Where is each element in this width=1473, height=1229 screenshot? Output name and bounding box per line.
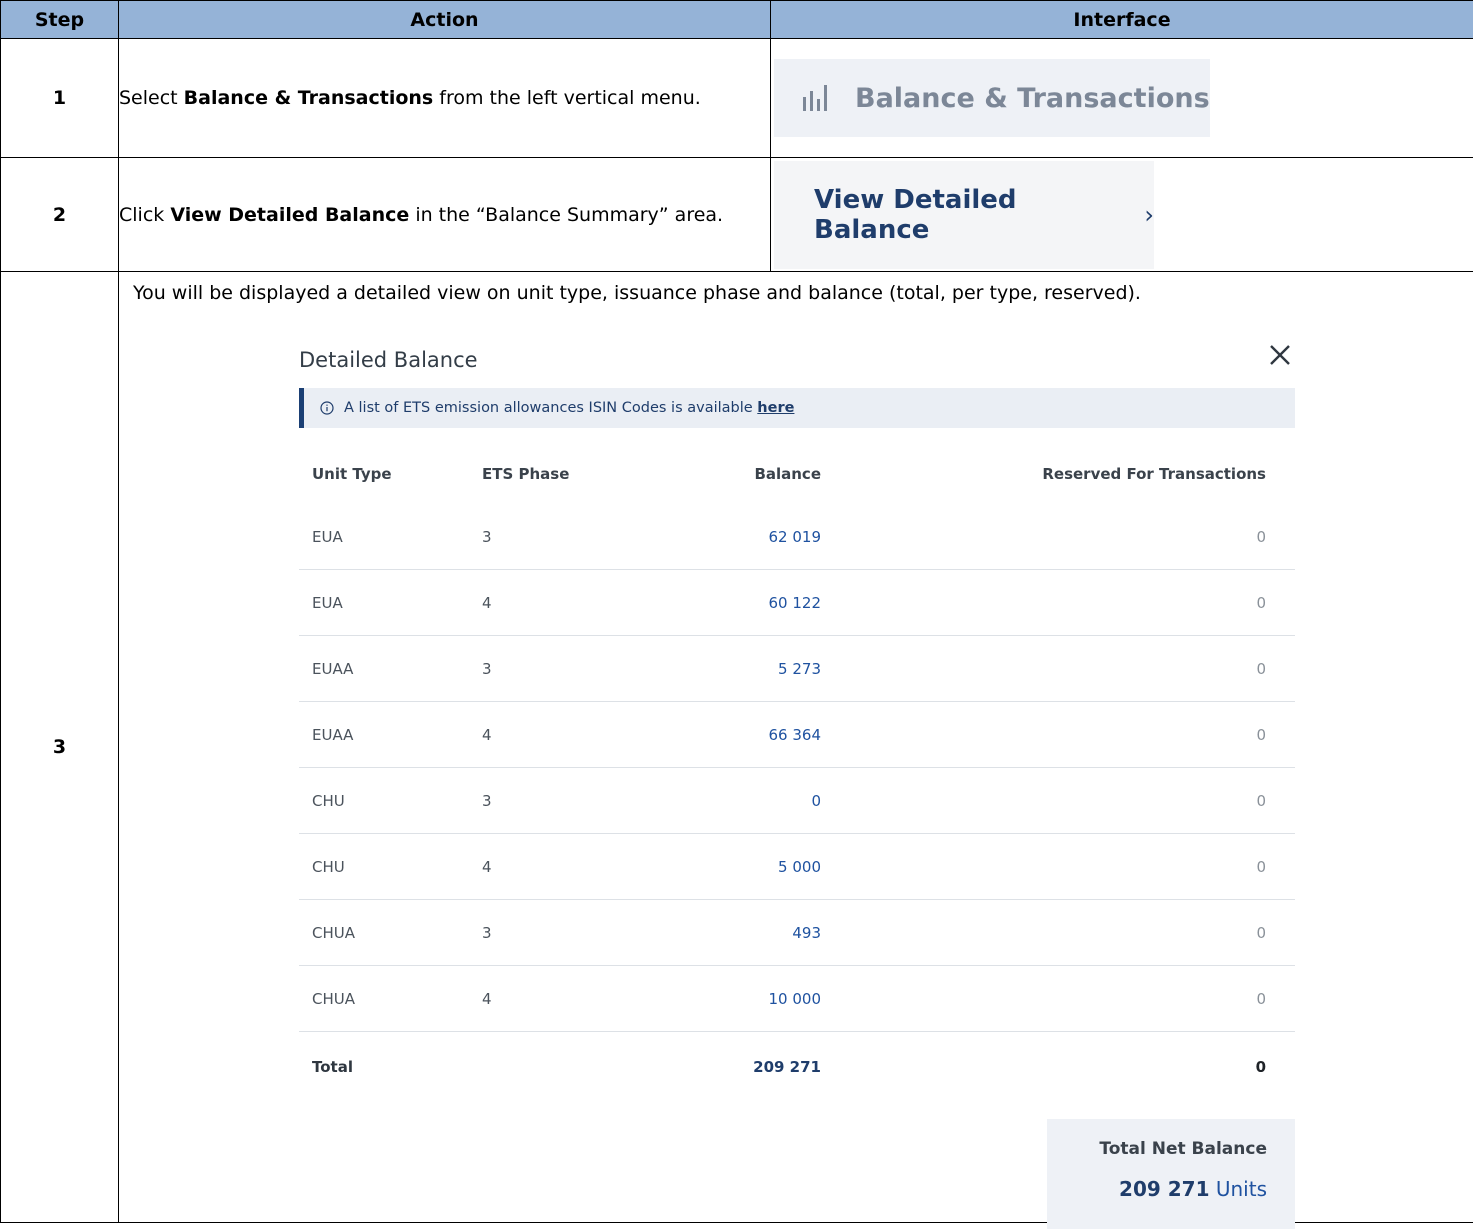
net-balance-value: 209 271 Units [1119, 1177, 1267, 1201]
balance-cell: 0 [811, 792, 821, 810]
action-text: in the “Balance Summary” area. [409, 204, 723, 226]
ets-phase-cell: 3 [482, 924, 492, 942]
table-row: EUAA 3 5 273 0 [299, 636, 1295, 702]
action-text: Select [119, 87, 184, 109]
step-number: 2 [1, 158, 119, 272]
unit-type-cell: EUA [312, 528, 343, 546]
action-bold-text: Balance & Transactions [184, 87, 434, 109]
step-interface: View Detailed Balance › [771, 158, 1473, 272]
step-action: Click View Detailed Balance in the “Bala… [119, 158, 771, 272]
balance-cell: 60 122 [769, 594, 822, 612]
balance-cell: 66 364 [769, 726, 822, 744]
bar-chart-icon [803, 85, 827, 111]
panel-title: Detailed Balance [299, 348, 478, 372]
column-header: Reserved For Transactions [1042, 465, 1266, 483]
step-detail: You will be displayed a detailed view on… [119, 272, 1473, 1223]
header-action: Action [119, 1, 771, 39]
header-step: Step [1, 1, 119, 39]
ets-phase-cell: 3 [482, 792, 492, 810]
step-intro-text: You will be displayed a detailed view on… [133, 282, 1141, 304]
total-balance: 209 271 [753, 1058, 821, 1076]
table-row: 3 You will be displayed a detailed view … [1, 272, 1473, 1223]
total-reserved: 0 [1256, 1058, 1266, 1076]
table-row: EUA 4 60 122 0 [299, 570, 1295, 636]
unit-type-cell: CHU [312, 792, 345, 810]
column-header: ETS Phase [482, 465, 569, 483]
reserved-cell: 0 [1256, 990, 1266, 1008]
step-interface: Balance & Transactions [771, 39, 1473, 158]
unit-type-cell: CHU [312, 858, 345, 876]
reserved-cell: 0 [1256, 792, 1266, 810]
ets-phase-cell: 3 [482, 660, 492, 678]
balance-cell: 5 273 [778, 660, 821, 678]
reserved-cell: 0 [1256, 528, 1266, 546]
chevron-right-icon: › [1144, 201, 1154, 229]
info-message: A list of ETS emission allowances ISIN C… [344, 400, 757, 416]
step-number: 1 [1, 39, 119, 158]
action-text: Click [119, 204, 170, 226]
net-balance-label: Total Net Balance [1099, 1139, 1267, 1159]
table-row: CHU 4 5 000 0 [299, 834, 1295, 900]
reserved-cell: 0 [1256, 594, 1266, 612]
unit-type-cell: EUAA [312, 726, 353, 744]
isin-codes-link[interactable]: here [757, 400, 794, 416]
balance-cell: 62 019 [769, 528, 822, 546]
info-banner: A list of ETS emission allowances ISIN C… [299, 388, 1295, 428]
balance-table-header: Unit Type ETS Phase Balance Reserved For… [299, 444, 1295, 504]
table-row: CHUA 3 493 0 [299, 900, 1295, 966]
balance-table: Unit Type ETS Phase Balance Reserved For… [299, 444, 1295, 1102]
net-balance-unit: Units [1216, 1177, 1267, 1201]
unit-type-cell: EUAA [312, 660, 353, 678]
step-action: Select Balance & Transactions from the l… [119, 39, 771, 158]
balance-cell: 493 [792, 924, 821, 942]
ets-phase-cell: 4 [482, 990, 492, 1008]
action-text: from the left vertical menu. [433, 87, 701, 109]
table-header-row: Step Action Interface [1, 1, 1473, 39]
menu-item-label: Balance & Transactions [855, 83, 1210, 114]
ets-phase-cell: 3 [482, 528, 492, 546]
column-header: Unit Type [312, 465, 392, 483]
link-label: View Detailed Balance [814, 185, 1132, 245]
table-row: 1 Select Balance & Transactions from the… [1, 39, 1473, 158]
steps-table: Step Action Interface 1 Select Balance &… [0, 0, 1473, 1223]
reserved-cell: 0 [1256, 660, 1266, 678]
close-icon[interactable] [1265, 340, 1295, 370]
net-balance-number: 209 271 [1119, 1177, 1209, 1201]
reserved-cell: 0 [1256, 858, 1266, 876]
reserved-cell: 0 [1256, 726, 1266, 744]
total-net-balance-card: Total Net Balance 209 271 Units [1047, 1119, 1295, 1229]
column-header: Balance [754, 465, 821, 483]
table-row: 2 Click View Detailed Balance in the “Ba… [1, 158, 1473, 272]
view-detailed-balance-link[interactable]: View Detailed Balance › [774, 161, 1154, 269]
reserved-cell: 0 [1256, 924, 1266, 942]
ets-phase-cell: 4 [482, 858, 492, 876]
info-text: A list of ETS emission allowances ISIN C… [344, 400, 794, 416]
table-row: CHU 3 0 0 [299, 768, 1295, 834]
table-row: CHUA 4 10 000 0 [299, 966, 1295, 1032]
unit-type-cell: EUA [312, 594, 343, 612]
ets-phase-cell: 4 [482, 726, 492, 744]
table-row: EUA 3 62 019 0 [299, 504, 1295, 570]
ets-phase-cell: 4 [482, 594, 492, 612]
step-number: 3 [1, 272, 119, 1223]
total-row: Total 209 271 0 [299, 1032, 1295, 1102]
info-icon [320, 401, 334, 415]
document-page: Step Action Interface 1 Select Balance &… [0, 0, 1473, 1221]
balance-transactions-menu-item[interactable]: Balance & Transactions [774, 59, 1210, 137]
header-interface: Interface [771, 1, 1473, 39]
total-label: Total [312, 1058, 353, 1076]
action-bold-text: View Detailed Balance [170, 204, 409, 226]
unit-type-cell: CHUA [312, 924, 355, 942]
balance-cell: 10 000 [769, 990, 822, 1008]
balance-cell: 5 000 [778, 858, 821, 876]
unit-type-cell: CHUA [312, 990, 355, 1008]
table-row: EUAA 4 66 364 0 [299, 702, 1295, 768]
